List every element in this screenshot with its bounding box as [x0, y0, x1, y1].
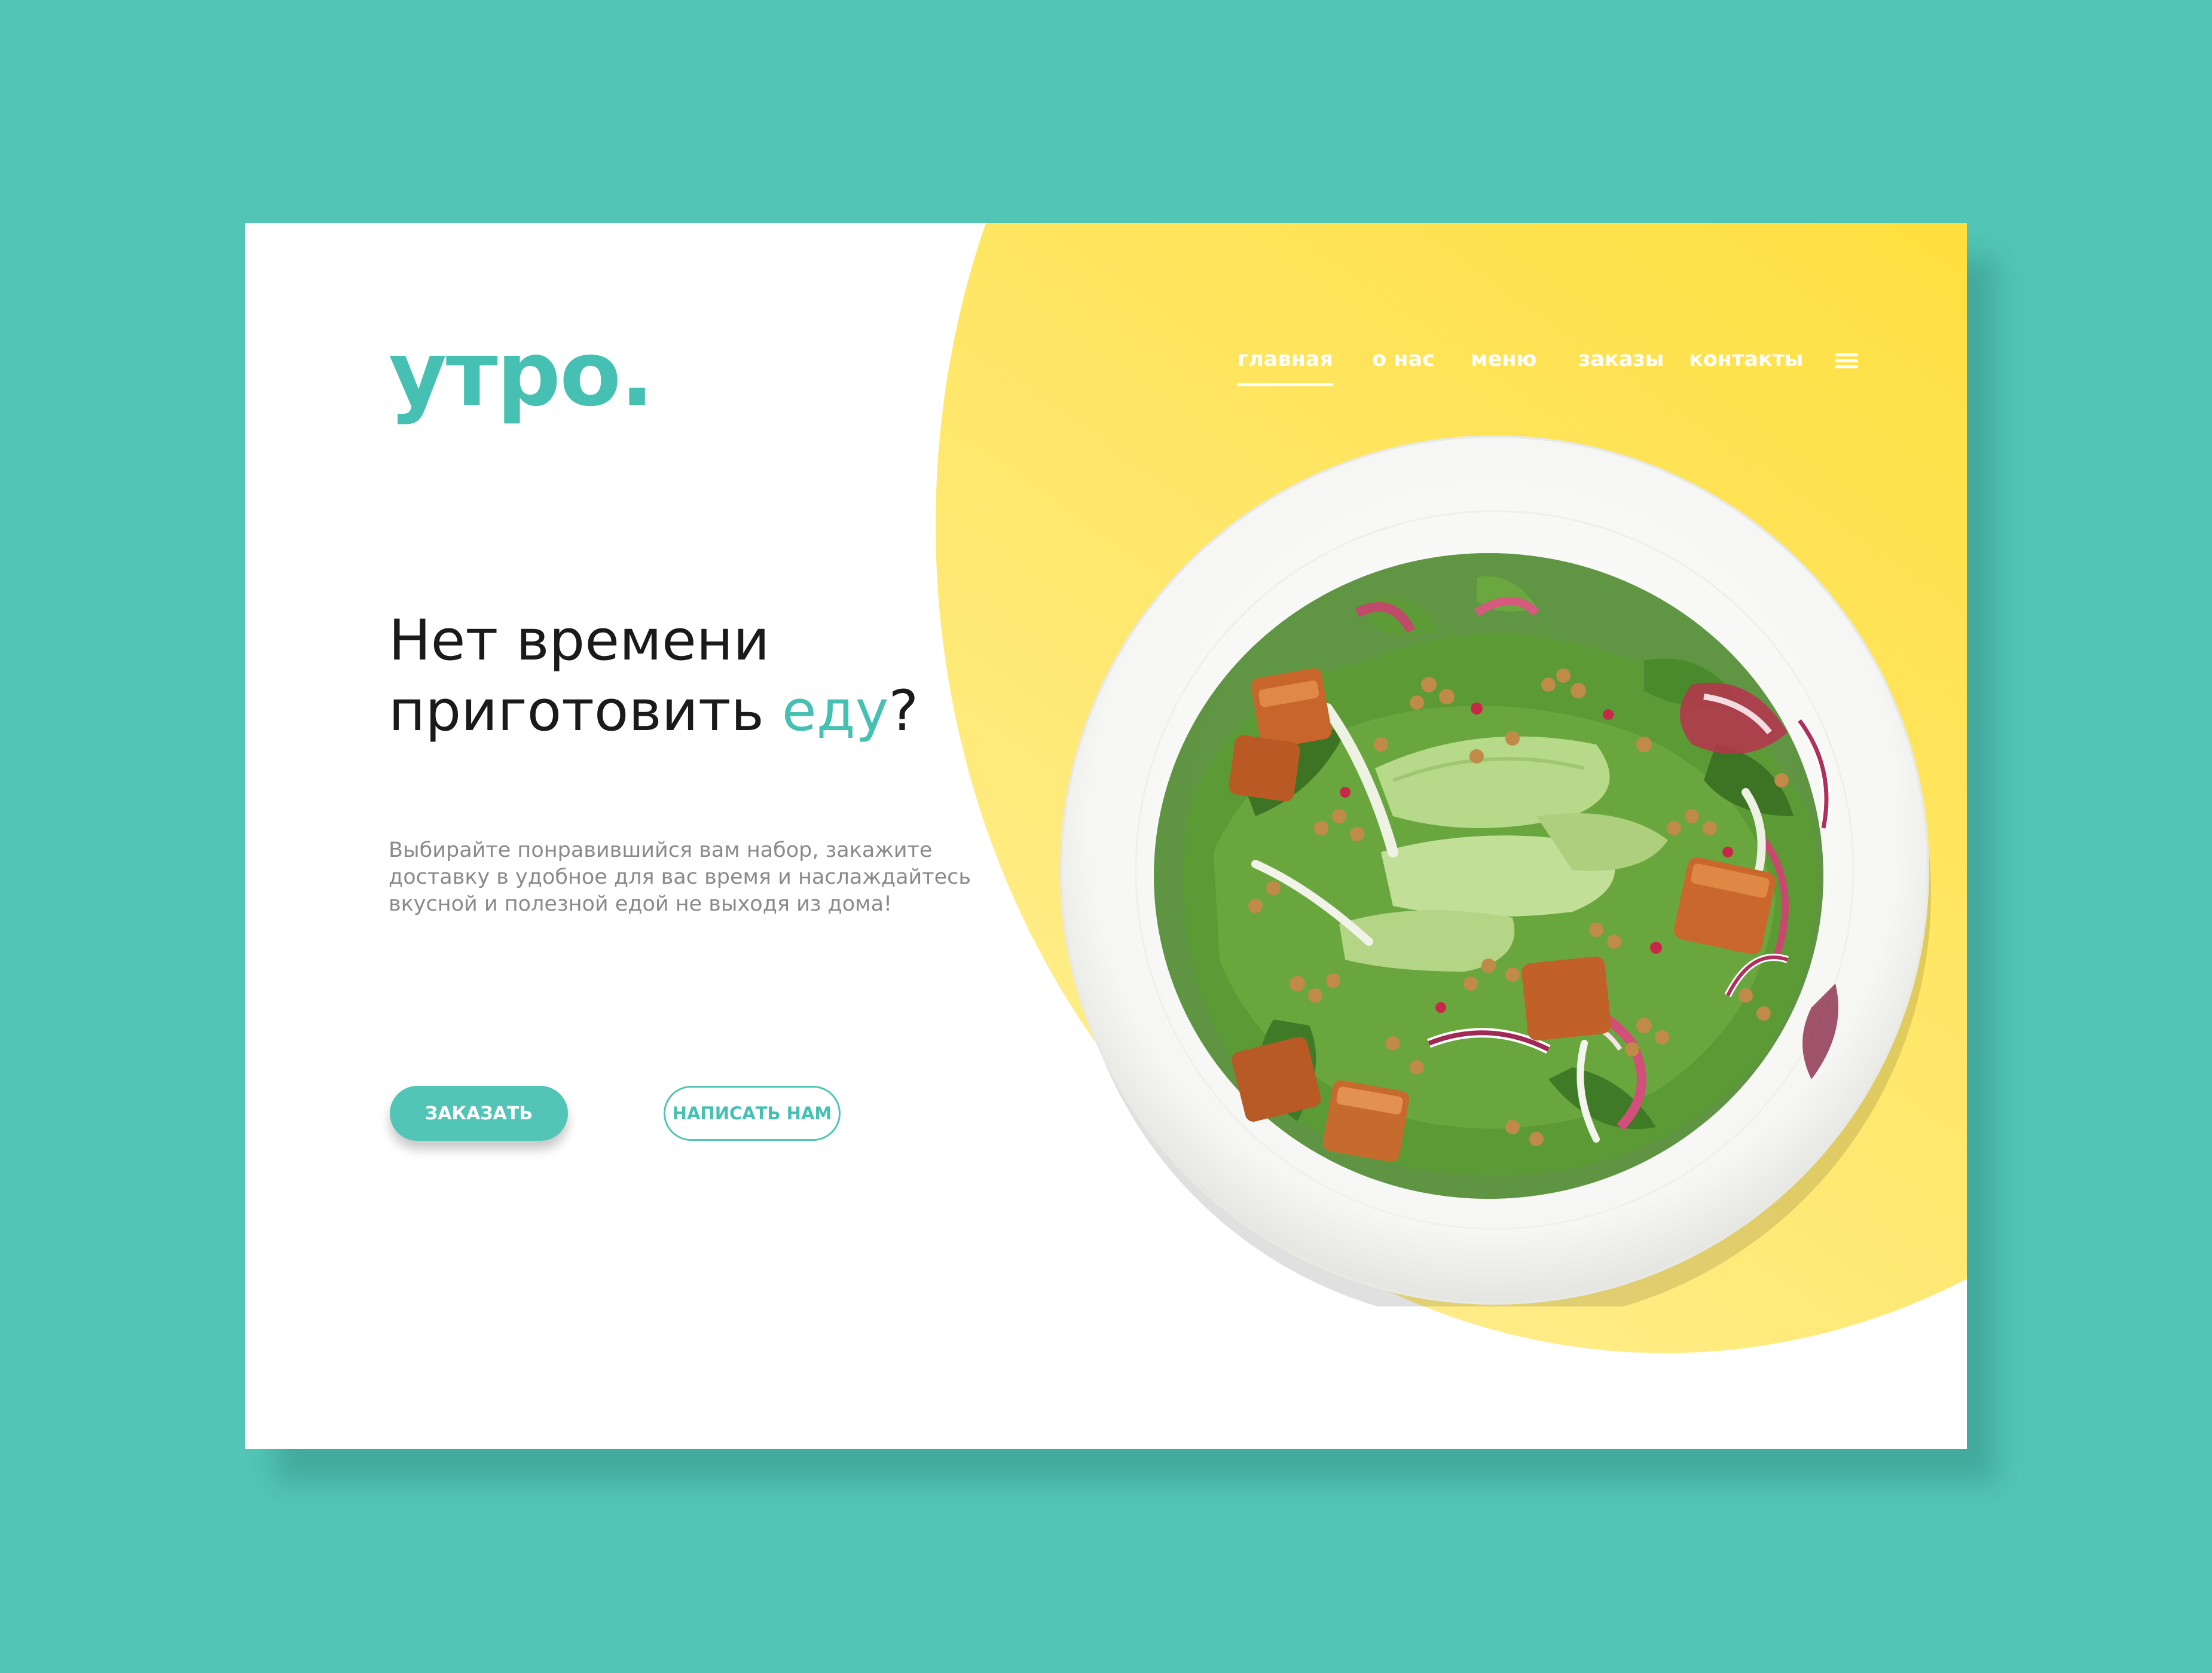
headline-accent-word: еду: [781, 679, 889, 744]
nav-item-contacts[interactable]: контакты: [1689, 347, 1804, 371]
hero-description: Выбирайте понравившийся вам набор, закаж…: [389, 838, 971, 916]
order-button[interactable]: ЗАКАЗАТЬ: [390, 1086, 568, 1141]
salad-plate-image: [1058, 433, 1931, 1306]
nav-item-label: заказы: [1578, 347, 1664, 371]
contact-us-button[interactable]: НАПИСАТЬ НАМ: [664, 1086, 841, 1141]
headline-line-2: приготовить: [389, 679, 782, 744]
site-logo[interactable]: утро.: [389, 329, 654, 419]
nav-item-label: контакты: [1689, 347, 1804, 371]
headline-line-1: Нет времени: [389, 608, 770, 673]
nav-item-label: о нас: [1372, 347, 1435, 371]
nav-item-about[interactable]: о нас: [1372, 347, 1435, 371]
hamburger-menu-icon[interactable]: [1835, 353, 1858, 369]
headline-question-mark: ?: [888, 679, 919, 744]
nav-item-label: главная: [1238, 347, 1333, 371]
landing-card: утро. главная о нас меню заказы контакты…: [245, 223, 1967, 1449]
nav-item-label: меню: [1471, 347, 1537, 371]
nav-active-underline: [1238, 383, 1333, 386]
nav-item-menu[interactable]: меню: [1471, 347, 1537, 371]
hero-headline: Нет времени приготовить еду?: [389, 606, 986, 747]
nav-item-home[interactable]: главная: [1238, 347, 1333, 386]
nav-item-orders[interactable]: заказы: [1578, 347, 1664, 371]
